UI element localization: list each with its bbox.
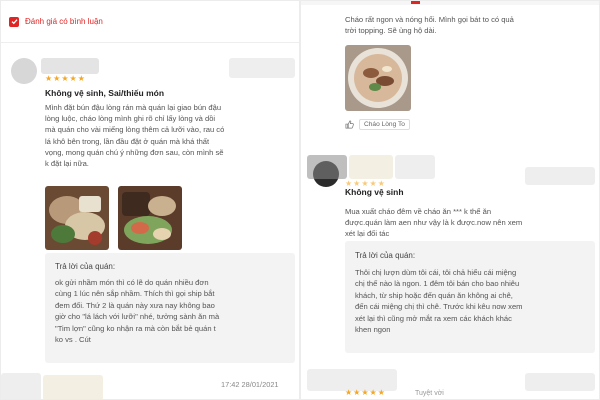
review-tag: Không vệ sinh <box>345 187 404 197</box>
reviewer-avatar <box>11 58 37 84</box>
reply-line: khách, từ ship hoặc đến quán ăn không ai… <box>355 290 513 300</box>
review-text: Mình đặt bún đậu lòng rán mà quán lại gi… <box>45 102 297 169</box>
filter-label: Đánh giá có bình luận <box>25 17 103 26</box>
right-review-panel: Cháo rất ngon và nóng hổi. Mình gọi bát … <box>300 0 600 400</box>
reviewer-extra-redacted <box>395 155 435 179</box>
review-photo[interactable] <box>45 186 109 250</box>
review-photo[interactable] <box>118 186 182 250</box>
reply-line: ok gửi nhầm món thì có lẽ do quán nhiều … <box>55 278 209 287</box>
reply-line: Thôi chị lượn dùm tôi cái, tôi chả hiểu … <box>355 268 517 277</box>
review-date-redacted <box>525 167 595 185</box>
reply-line: "Tim lợn" cũng ko nhận ra mà còn bắt bẻ … <box>55 323 216 333</box>
store-reply-text: ok gửi nhầm món thì có lẽ do quán nhiều … <box>55 277 291 345</box>
check-icon[interactable] <box>9 16 19 27</box>
review-text: Mua xuất cháo đêm về cháo ăn *** k thể ă… <box>345 206 595 240</box>
reply-line: ko vs . Cút <box>55 335 91 345</box>
review-line: lá khô bên trong, lần đầu đặt ở quán mà … <box>45 136 210 146</box>
reply-line: đem đổi. Thứ 2 là quán này xưa nay không… <box>55 300 215 310</box>
store-reply-text: Thôi chị lượn dùm tôi cái, tôi chả hiểu … <box>355 267 591 335</box>
reviewer-meta-redacted <box>229 58 295 78</box>
review-line: trời topping. Sẽ ủng hộ dài. <box>345 26 437 36</box>
next-reviewer-name-redacted <box>43 375 103 399</box>
store-reply-title: Trả lời của quán: <box>355 251 416 260</box>
review-text: Cháo rất ngon và nóng hổi. Mình gọi bát … <box>345 14 595 36</box>
review-line: mà quán cho vài miếng lòng thêm cả lưỡi … <box>45 125 225 135</box>
reply-line: khen ngon <box>355 325 391 335</box>
rating-stars: ★★★★★ <box>45 74 86 83</box>
review-line: Mình đặt bún đậu lòng rán mà quán lại gi… <box>45 103 222 112</box>
thumbs-up-icon <box>345 120 354 129</box>
like-button[interactable]: Cháo Lòng To <box>345 118 410 131</box>
left-review-panel: Đánh giá có bình luận ★★★★★ Không vệ sin… <box>0 0 300 400</box>
review-photo[interactable] <box>345 45 411 111</box>
review-timestamp: 17:42 28/01/2021 <box>221 380 279 389</box>
review-line: lòng luộc, cháo lòng mình ghi rõ chỉ lấy… <box>45 114 216 124</box>
review-line: xét lại đối tác <box>345 229 390 239</box>
reply-line: giờ cho "lá lách với lưỡi" nhé, tưởng sà… <box>55 312 220 322</box>
review-line: k đặt lại nữa. <box>45 159 89 169</box>
rating-label: Tuyệt vời <box>415 390 444 397</box>
review-line: Mua xuất cháo đêm về cháo ăn *** k thể ă… <box>345 207 492 216</box>
reviewer-name-redacted <box>307 155 347 179</box>
review-line: được.quán làm aen như vậy là k được.now … <box>345 218 523 228</box>
comment-filter-row[interactable]: Đánh giá có bình luận <box>1 1 299 43</box>
rating-stars: ★★★★★ <box>345 388 386 397</box>
reply-line: chị thế nào là ngon. 1 đêm tôi bán cho b… <box>355 279 520 289</box>
top-divider <box>301 1 599 5</box>
reply-line: cùng 1 lúc nên sắp nhầm. Thích thì gọi s… <box>55 289 215 299</box>
reply-line: đến cái miệng chị thì chê. Trước khi kêu… <box>355 302 523 312</box>
review-tag: Không vệ sinh, Sai/thiếu món <box>45 88 165 98</box>
reply-line: xét lại thì cũng mở mắt ra xem các khách… <box>355 313 512 323</box>
review-date-redacted <box>525 373 595 391</box>
store-reply-title: Trả lời của quán: <box>55 262 116 271</box>
reviewer-meta-redacted <box>349 155 393 179</box>
review-line: Cháo rất ngon và nóng hổi. Mình gọi bát … <box>345 15 514 24</box>
reviewer-name-redacted <box>41 58 99 74</box>
liked-dish-label: Cháo Lòng To <box>359 119 410 130</box>
next-reviewer-redacted <box>1 373 41 399</box>
review-line: vọng, mong quán chú ý những đơn sau, còn… <box>45 147 224 157</box>
